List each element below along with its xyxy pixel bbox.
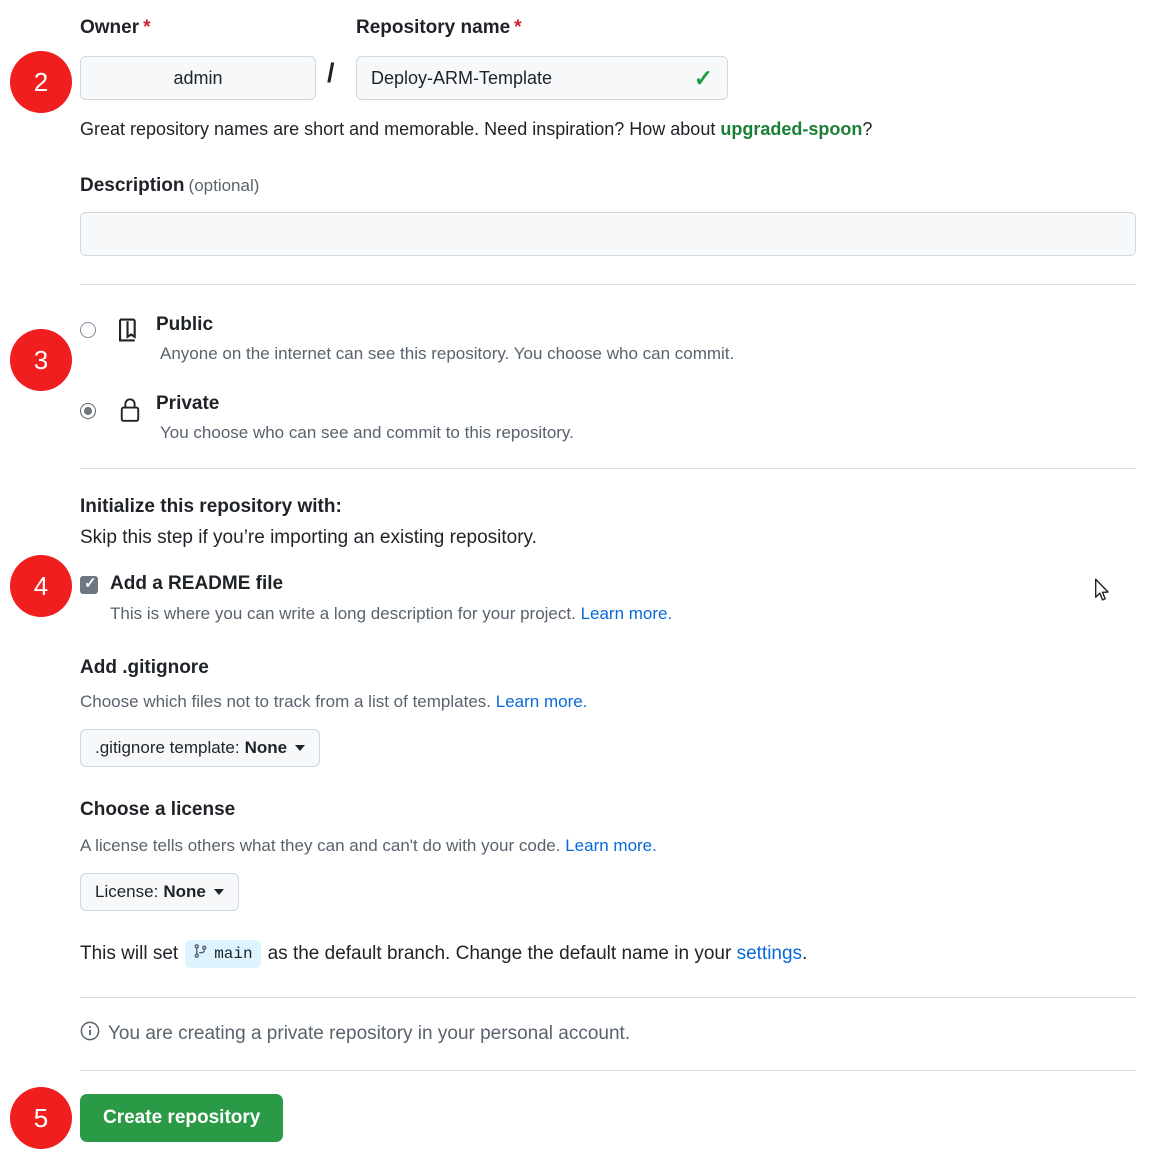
private-description: You choose who can see and commit to thi… bbox=[160, 423, 574, 442]
divider-before-account-note bbox=[80, 997, 1136, 998]
readme-learn-more-link[interactable]: Learn more. bbox=[581, 604, 673, 623]
divider-after-visibility bbox=[80, 468, 1136, 469]
owner-name-separator: / bbox=[327, 58, 335, 88]
readme-description-text: This is where you can write a long descr… bbox=[110, 604, 576, 623]
repository-name-hint: Great repository names are short and mem… bbox=[80, 119, 872, 140]
license-description: A license tells others what they can and… bbox=[80, 836, 657, 856]
description-label: Description (optional) bbox=[80, 175, 259, 197]
chevron-down-icon bbox=[295, 745, 306, 751]
gitignore-dropdown-prefix: .gitignore template: bbox=[95, 738, 240, 757]
readme-label: Add a README file bbox=[110, 573, 284, 594]
repository-name-label: Repository name * bbox=[356, 17, 522, 39]
chevron-down-icon bbox=[213, 889, 224, 895]
license-learn-more-link[interactable]: Learn more. bbox=[565, 836, 657, 855]
license-dropdown-prefix: License: bbox=[95, 882, 159, 901]
branch-note-prefix: This will set bbox=[80, 943, 179, 964]
initialize-heading: Initialize this repository with: bbox=[80, 496, 342, 517]
settings-link[interactable]: settings bbox=[737, 943, 802, 965]
step-badge-5: 5 bbox=[10, 1087, 72, 1149]
hint-suffix: ? bbox=[862, 119, 873, 139]
gitignore-heading: Add .gitignore bbox=[80, 657, 209, 678]
gitignore-description-text: Choose which files not to track from a l… bbox=[80, 692, 492, 711]
gitignore-description: Choose which files not to track from a l… bbox=[80, 692, 587, 712]
public-description: Anyone on the internet can see this repo… bbox=[160, 344, 735, 363]
owner-value: admin bbox=[173, 67, 223, 88]
branch-note-suffix: . bbox=[802, 943, 808, 964]
gitignore-template-dropdown[interactable]: .gitignore template: None bbox=[80, 729, 321, 767]
mouse-cursor bbox=[1094, 578, 1110, 607]
divider-before-submit bbox=[80, 1070, 1136, 1071]
license-heading: Choose a license bbox=[80, 799, 236, 820]
default-branch-name: main bbox=[214, 945, 253, 963]
new-repository-form-page: Owner * Repository name * admin / Deploy-A… bbox=[0, 0, 1152, 1173]
step-badge-4: 4 bbox=[10, 555, 72, 617]
public-title: Public bbox=[156, 314, 214, 335]
checkmark-icon: ✓ bbox=[84, 575, 97, 592]
initialize-subheading: Skip this step if you’re importing an ex… bbox=[80, 527, 537, 548]
description-input[interactable] bbox=[80, 212, 1136, 256]
description-label-text: Description bbox=[80, 175, 185, 196]
owner-select[interactable]: admin bbox=[80, 56, 316, 100]
repository-name-required-asterisk: * bbox=[514, 17, 522, 38]
owner-required-asterisk: * bbox=[143, 17, 151, 38]
description-optional-note: (optional) bbox=[188, 176, 260, 195]
account-visibility-note: You are creating a private repository in… bbox=[80, 1021, 630, 1047]
default-branch-note: This will set main as the default branch… bbox=[80, 940, 807, 968]
license-description-text: A license tells others what they can and… bbox=[80, 836, 561, 855]
gitignore-learn-more-link[interactable]: Learn more. bbox=[496, 692, 588, 711]
private-title: Private bbox=[156, 393, 220, 414]
readme-description: This is where you can write a long descr… bbox=[110, 604, 672, 624]
readme-checkbox[interactable]: ✓ bbox=[80, 575, 98, 594]
gitignore-dropdown-value: None bbox=[244, 738, 288, 757]
hint-prefix: Great repository names are short and mem… bbox=[80, 119, 721, 139]
owner-label-text: Owner bbox=[80, 17, 140, 38]
radio-private[interactable] bbox=[80, 403, 96, 419]
owner-label: Owner * bbox=[80, 17, 151, 39]
repository-name-value: Deploy-ARM-Template bbox=[371, 67, 553, 88]
create-repository-button[interactable]: Create repository bbox=[80, 1094, 284, 1142]
suggested-name-link[interactable]: upgraded-spoon bbox=[720, 119, 862, 139]
lock-icon bbox=[118, 397, 142, 428]
divider-after-description bbox=[80, 284, 1136, 285]
step-badge-2: 2 bbox=[10, 51, 72, 113]
repository-name-label-text: Repository name bbox=[356, 17, 511, 38]
license-dropdown[interactable]: License: None bbox=[80, 873, 239, 911]
info-icon bbox=[80, 1021, 100, 1047]
license-dropdown-value: None bbox=[163, 882, 206, 901]
git-branch-icon bbox=[193, 943, 208, 965]
account-note-text: You are creating a private repository in… bbox=[108, 1023, 631, 1044]
radio-public[interactable] bbox=[80, 322, 96, 338]
repository-name-input[interactable]: Deploy-ARM-Template ✓ bbox=[356, 56, 728, 100]
check-icon: ✓ bbox=[693, 64, 713, 91]
repo-book-icon bbox=[116, 317, 142, 348]
default-branch-badge: main bbox=[185, 940, 261, 968]
branch-note-middle: as the default branch. Change the defaul… bbox=[267, 943, 732, 964]
step-badge-3: 3 bbox=[10, 329, 72, 391]
